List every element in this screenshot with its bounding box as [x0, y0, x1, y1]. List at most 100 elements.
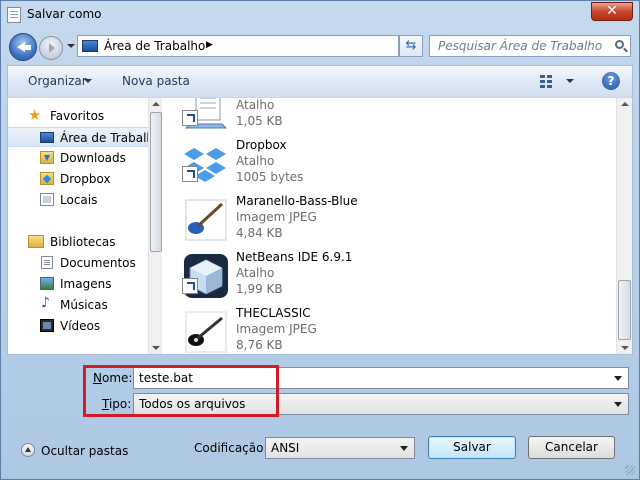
views-dropdown-icon[interactable]: [566, 79, 574, 83]
file-size: 1,05 KB: [236, 114, 283, 128]
hide-folders-button[interactable]: Ocultar pastas: [41, 444, 128, 458]
save-button[interactable]: Salvar: [428, 436, 516, 459]
chevron-down-icon[interactable]: [614, 402, 622, 407]
address-text[interactable]: Área de Trabalho: [104, 39, 205, 53]
encoding-select[interactable]: ANSI: [265, 437, 415, 459]
search-input[interactable]: Pesquisar Área de Trabalho: [429, 35, 631, 57]
libraries-icon: [28, 235, 44, 248]
scroll-up-arrow-icon[interactable]: [621, 102, 629, 106]
address-bar[interactable]: Área de Trabalho ▶: [77, 35, 470, 57]
new-folder-button[interactable]: Nova pasta: [122, 74, 190, 88]
save-as-dialog: Salvar como ✕ Área de Trabalho ▶ ⇆ Pesqu…: [0, 0, 640, 480]
dropbox-folder-icon: [40, 172, 54, 185]
file-type: Atalho: [236, 266, 275, 280]
search-placeholder: Pesquisar Área de Trabalho: [438, 39, 603, 53]
sidebar-item-locais[interactable]: Locais: [8, 190, 148, 210]
downloads-folder-icon: [40, 151, 54, 164]
title-bar: Salvar como ✕: [1, 1, 639, 29]
refresh-button[interactable]: ⇆: [399, 35, 423, 57]
encoding-value: ANSI: [271, 441, 300, 455]
scroll-down-arrow-icon[interactable]: [152, 346, 160, 350]
shortcut-overlay-icon: [182, 278, 198, 294]
favorites-label: Favoritos: [50, 109, 105, 123]
window-title: Salvar como: [27, 7, 102, 21]
file-type: Imagem JPEG: [236, 322, 317, 336]
shortcut-overlay-icon: [182, 166, 198, 182]
chevron-down-icon[interactable]: [400, 446, 408, 451]
forward-button[interactable]: [39, 36, 63, 60]
encoding-label: Codificação:: [194, 441, 268, 455]
desktop-icon: [40, 132, 54, 143]
file-type: Imagem JPEG: [236, 210, 317, 224]
list-item[interactable]: NetBeans IDE 6.9.1 Atalho 1,99 KB: [164, 248, 614, 304]
favorites-header[interactable]: ★ Favoritos: [8, 106, 148, 126]
scroll-up-arrow-icon[interactable]: [152, 102, 160, 106]
cancel-button[interactable]: Cancelar: [528, 436, 615, 459]
sidebar-item-desktop[interactable]: Área de Trabalho: [8, 127, 148, 147]
file-size: 8,76 KB: [236, 338, 283, 352]
file-list: Atalho 1,05 KB Dropbox Atalho 1005 bytes: [164, 98, 616, 354]
sidebar-item-downloads[interactable]: Downloads: [8, 148, 148, 168]
documents-icon: [41, 256, 53, 269]
file-type: Atalho: [236, 98, 275, 112]
close-button[interactable]: ✕: [591, 2, 633, 21]
list-item[interactable]: Atalho 1,05 KB: [164, 98, 614, 136]
file-size: 1005 bytes: [236, 170, 304, 184]
pictures-icon: [40, 277, 54, 290]
file-name: Dropbox: [236, 138, 287, 152]
sidebar-item-musicas[interactable]: ♪ Músicas: [8, 295, 148, 315]
back-button[interactable]: [9, 33, 37, 61]
music-icon: ♪: [41, 295, 50, 311]
file-name: NetBeans IDE 6.9.1: [236, 250, 353, 264]
sidebar-item-label: Músicas: [60, 298, 108, 312]
list-item[interactable]: Dropbox Atalho 1005 bytes: [164, 136, 614, 192]
notepad-icon: [7, 7, 21, 23]
file-size: 4,84 KB: [236, 226, 283, 240]
recent-places-icon: [40, 193, 54, 206]
chevron-right-icon[interactable]: ▶: [206, 40, 213, 50]
videos-icon: [40, 319, 54, 332]
list-item[interactable]: Maranello-Bass-Blue Imagem JPEG 4,84 KB: [164, 192, 614, 248]
file-name: THECLASSIC: [236, 306, 311, 320]
file-type: Atalho: [236, 154, 275, 168]
libraries-label: Bibliotecas: [50, 235, 116, 249]
views-icon[interactable]: [540, 74, 554, 88]
libraries-header[interactable]: Bibliotecas: [8, 232, 148, 252]
sidebar-item-label: Vídeos: [60, 319, 101, 333]
recent-locations-dropdown[interactable]: [67, 44, 75, 48]
star-icon: ★: [28, 106, 42, 124]
shortcut-overlay-icon: [182, 110, 198, 126]
resize-grip[interactable]: [625, 465, 635, 475]
help-button[interactable]: ?: [602, 72, 620, 90]
desktop-icon: [82, 40, 98, 52]
scroll-down-arrow-icon[interactable]: [621, 346, 629, 350]
browser-pane: ★ Favoritos Área de Trabalho Downloads D…: [7, 97, 633, 355]
chevron-down-icon[interactable]: [614, 376, 622, 381]
search-icon: [615, 40, 624, 49]
sidebar-item-dropbox[interactable]: Dropbox: [8, 169, 148, 189]
sidebar-item-imagens[interactable]: Imagens: [8, 274, 148, 294]
file-list-scrollbar[interactable]: [616, 98, 632, 354]
blue-bass-guitar-image-icon: [185, 199, 227, 241]
organize-dropdown-icon[interactable]: [84, 79, 92, 83]
guitar-image-icon: [185, 311, 227, 353]
sidebar-item-label: Locais: [60, 193, 98, 207]
file-size: 1,99 KB: [236, 282, 283, 296]
list-item[interactable]: THECLASSIC Imagem JPEG 8,76 KB: [164, 304, 614, 354]
sidebar-item-label: Documentos: [60, 256, 136, 270]
organize-button[interactable]: Organizar: [28, 74, 87, 88]
navigation-bar: Área de Trabalho ▶ ⇆ Pesquisar Área de T…: [1, 29, 639, 65]
navigation-scrollbar[interactable]: [148, 98, 162, 354]
hide-folders-icon[interactable]: [21, 443, 35, 457]
sidebar-item-videos[interactable]: Vídeos: [8, 316, 148, 336]
scrollbar-thumb[interactable]: [618, 280, 631, 340]
navigation-pane: ★ Favoritos Área de Trabalho Downloads D…: [8, 98, 148, 354]
scrollbar-thumb[interactable]: [150, 112, 162, 252]
sidebar-item-label: Downloads: [60, 151, 126, 165]
sidebar-item-documentos[interactable]: Documentos: [8, 253, 148, 273]
file-name: Maranello-Bass-Blue: [236, 194, 358, 208]
sidebar-item-label: Área de Trabalho: [60, 131, 148, 145]
highlight-box: [83, 365, 279, 417]
sidebar-item-label: Dropbox: [60, 172, 111, 186]
command-bar: Organizar Nova pasta ?: [7, 65, 633, 97]
